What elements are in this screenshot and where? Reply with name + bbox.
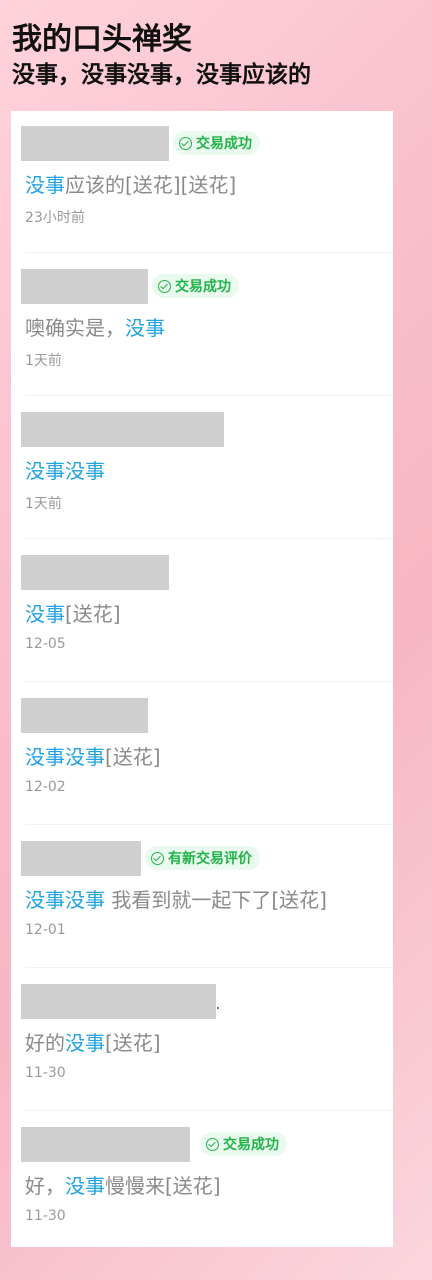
message-text-part: 慢慢来[送花]: [105, 1174, 221, 1198]
divider: [25, 824, 393, 825]
status-badge: 有新交易评价: [145, 846, 260, 870]
message-text-part: [送花]: [65, 602, 121, 626]
redacted-name: [21, 984, 216, 1019]
stray-dot: [217, 1007, 219, 1009]
redacted-name: [21, 412, 224, 447]
check-circle-icon: [151, 851, 164, 865]
check-circle-icon: [179, 136, 192, 150]
list-item[interactable]: 交易成功 没事应该的[送花][送花] 23小时前: [11, 111, 393, 253]
status-badge: 交易成功: [200, 1132, 287, 1156]
divider: [25, 252, 393, 253]
message-text: 噢确实是，没事: [25, 314, 165, 342]
timestamp: 1天前: [25, 353, 62, 369]
status-badge: 交易成功: [173, 131, 260, 155]
list-item[interactable]: 没事没事[送花] 12-02: [11, 683, 393, 825]
message-text: 没事没事[送花]: [25, 743, 161, 771]
message-text: 好的没事[送花]: [25, 1029, 161, 1057]
status-badge-label: 交易成功: [196, 136, 252, 152]
highlight-text: 没事: [65, 1174, 105, 1198]
redacted-name: [21, 698, 148, 733]
divider: [25, 538, 393, 539]
status-badge-label: 交易成功: [175, 279, 231, 295]
list-item[interactable]: 好的没事[送花] 11-30: [11, 969, 393, 1111]
message-text-part: [送花]: [105, 1031, 161, 1055]
divider: [25, 681, 393, 682]
page-subtitle: 没事，没事没事，没事应该的: [12, 62, 311, 88]
highlight-text: 没事: [125, 316, 165, 340]
redacted-name: [21, 269, 148, 304]
highlight-text: 没事: [25, 173, 65, 197]
highlight-text: 没事: [25, 602, 65, 626]
timestamp: 12-05: [25, 636, 66, 652]
redacted-name: [21, 841, 141, 876]
message-text-part: 好，: [25, 1174, 65, 1198]
message-text-part: 我看到就一起下了[送花]: [105, 888, 327, 912]
divider: [25, 967, 393, 968]
highlight-text: 没事没事: [25, 745, 105, 769]
message-text: 没事没事 我看到就一起下了[送花]: [25, 886, 327, 914]
list-item[interactable]: 交易成功 噢确实是，没事 1天前: [11, 254, 393, 396]
timestamp: 12-02: [25, 779, 66, 795]
list-item[interactable]: 没事[送花] 12-05: [11, 540, 393, 682]
message-text-part: 噢确实是，: [25, 316, 125, 340]
redacted-name: [21, 1127, 190, 1162]
divider: [25, 1110, 393, 1111]
list-item[interactable]: 交易成功 好，没事慢慢来[送花] 11-30: [11, 1112, 393, 1247]
highlight-text: 没事: [65, 1031, 105, 1055]
timestamp: 1天前: [25, 496, 62, 512]
message-text: 没事没事: [25, 457, 105, 485]
chat-list-panel: 交易成功 没事应该的[送花][送花] 23小时前 交易成功 噢确实是，没事 1天…: [11, 111, 393, 1247]
page-title: 我的口头禅奖: [12, 22, 192, 57]
redacted-name: [21, 555, 169, 590]
timestamp: 11-30: [25, 1065, 66, 1081]
timestamp: 23小时前: [25, 210, 85, 226]
message-text: 没事[送花]: [25, 600, 121, 628]
status-badge-label: 交易成功: [223, 1137, 279, 1153]
message-text: 没事应该的[送花][送花]: [25, 171, 236, 199]
message-text-part: 应该的[送花][送花]: [65, 173, 237, 197]
message-text-part: 好的: [25, 1031, 65, 1055]
list-item[interactable]: 有新交易评价 没事没事 我看到就一起下了[送花] 12-01: [11, 826, 393, 968]
divider: [25, 395, 393, 396]
timestamp: 11-30: [25, 1208, 66, 1224]
message-text: 好，没事慢慢来[送花]: [25, 1172, 221, 1200]
status-badge-label: 有新交易评价: [168, 851, 252, 867]
status-badge: 交易成功: [152, 274, 239, 298]
redacted-name: [21, 126, 169, 161]
highlight-text: 没事没事: [25, 459, 105, 483]
check-circle-icon: [158, 279, 171, 293]
message-text-part: [送花]: [105, 745, 161, 769]
highlight-text: 没事没事: [25, 888, 105, 912]
timestamp: 12-01: [25, 922, 66, 938]
list-item[interactable]: 没事没事 1天前: [11, 397, 393, 539]
header: 我的口头禅奖 没事，没事没事，没事应该的: [12, 20, 422, 90]
check-circle-icon: [206, 1137, 219, 1151]
